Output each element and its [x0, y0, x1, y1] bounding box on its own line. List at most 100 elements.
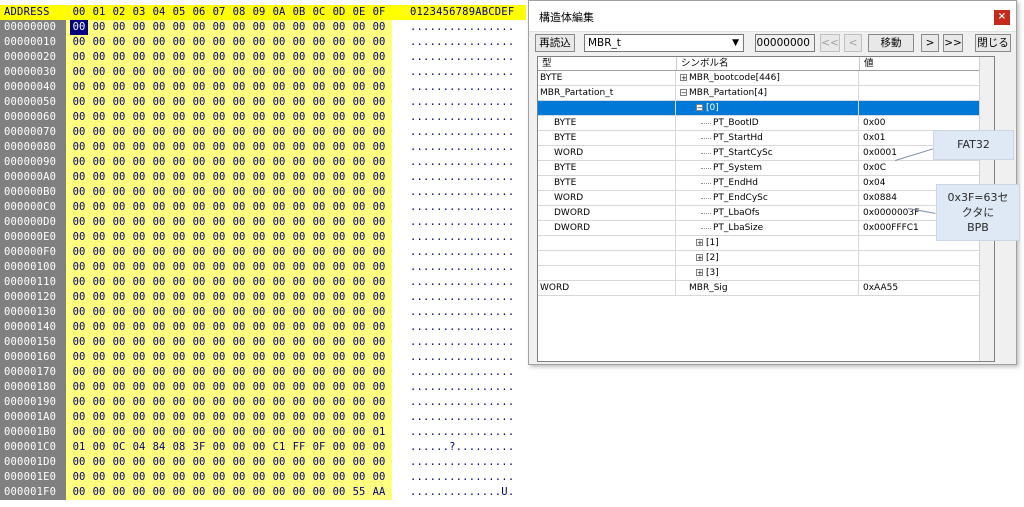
hex-byte[interactable]: 00 [110, 455, 128, 470]
hex-byte[interactable]: 00 [330, 50, 348, 65]
hex-byte[interactable]: 00 [150, 260, 168, 275]
value-cell[interactable]: 0xAA55 [860, 281, 994, 296]
hex-byte[interactable]: 00 [310, 320, 328, 335]
value-cell[interactable] [860, 86, 994, 101]
hex-byte[interactable]: 00 [230, 470, 248, 485]
hex-byte[interactable]: 00 [110, 155, 128, 170]
hex-byte[interactable]: 00 [350, 320, 368, 335]
hex-byte[interactable]: 00 [310, 365, 328, 380]
hex-byte[interactable]: 00 [170, 305, 188, 320]
hex-byte[interactable]: 00 [70, 50, 88, 65]
hex-byte[interactable]: 00 [110, 350, 128, 365]
hex-byte[interactable]: 00 [310, 380, 328, 395]
hex-byte[interactable]: 00 [70, 290, 88, 305]
hex-byte[interactable]: 00 [310, 140, 328, 155]
hex-byte[interactable]: 00 [150, 275, 168, 290]
hex-byte[interactable]: 00 [190, 65, 208, 80]
hex-byte[interactable]: 00 [210, 155, 228, 170]
hex-byte[interactable]: 00 [150, 35, 168, 50]
symbol-cell[interactable]: PT_EndCySc [677, 191, 859, 206]
grid-row[interactable]: + [1] [538, 236, 994, 251]
hex-byte[interactable]: 00 [170, 80, 188, 95]
hex-byte[interactable]: 00 [170, 65, 188, 80]
hex-byte[interactable]: 00 [150, 410, 168, 425]
hex-byte[interactable]: 00 [310, 125, 328, 140]
window-titlebar[interactable]: 構造体編集 × [529, 1, 1016, 32]
hex-byte[interactable]: 00 [190, 35, 208, 50]
hex-byte[interactable]: 00 [190, 410, 208, 425]
hex-byte[interactable]: 00 [70, 365, 88, 380]
collapse-icon[interactable]: − [680, 89, 687, 97]
hex-byte[interactable]: 00 [350, 425, 368, 440]
hex-byte[interactable]: 00 [330, 365, 348, 380]
hex-byte[interactable]: 00 [250, 455, 268, 470]
hex-byte[interactable]: 00 [290, 35, 308, 50]
row-ascii[interactable]: ......?......... [410, 440, 522, 455]
hex-byte[interactable]: 00 [210, 230, 228, 245]
hex-byte[interactable]: 00 [350, 395, 368, 410]
hex-byte[interactable]: 00 [250, 275, 268, 290]
hex-byte[interactable]: 00 [250, 290, 268, 305]
hex-byte[interactable]: 00 [110, 305, 128, 320]
hex-byte[interactable]: 00 [330, 425, 348, 440]
hex-byte[interactable]: 00 [250, 335, 268, 350]
hex-byte[interactable]: 00 [330, 395, 348, 410]
hex-byte[interactable]: 00 [370, 140, 388, 155]
hex-byte[interactable]: 00 [350, 110, 368, 125]
hex-byte[interactable]: 00 [210, 185, 228, 200]
hex-row[interactable]: 000001C0 01 00 0C 04 84 08 3F 00 00 00 C1 FF 0F 00 00 00… [0, 440, 526, 455]
symbol-cell[interactable]: PT_StartCySc [677, 146, 859, 161]
hex-byte[interactable]: 00 [190, 290, 208, 305]
hex-byte[interactable]: 00 [170, 350, 188, 365]
hex-byte[interactable]: 00 [270, 380, 288, 395]
hex-byte[interactable]: 00 [310, 110, 328, 125]
hex-byte[interactable]: 00 [310, 260, 328, 275]
hex-byte[interactable]: 00 [210, 365, 228, 380]
hex-byte[interactable]: 00 [330, 380, 348, 395]
hex-byte[interactable]: 00 [70, 110, 88, 125]
hex-byte[interactable]: 00 [170, 365, 188, 380]
hex-byte[interactable]: 00 [310, 350, 328, 365]
hex-byte[interactable]: 00 [330, 290, 348, 305]
hex-byte[interactable]: 00 [350, 245, 368, 260]
hex-byte[interactable]: 00 [330, 110, 348, 125]
hex-byte[interactable]: 00 [130, 95, 148, 110]
hex-row[interactable]: 000000E0 00 00 00 00 00 00 00 00 00 00 00 00 00 00 00 00… [0, 230, 526, 245]
hex-row[interactable]: 00000170 00 00 00 00 00 00 00 00 00 00 00 00 00 00 00 00… [0, 365, 526, 380]
hex-byte[interactable]: 00 [290, 125, 308, 140]
hex-byte[interactable]: 00 [110, 50, 128, 65]
hex-byte[interactable]: 00 [130, 380, 148, 395]
hex-byte[interactable]: 00 [210, 425, 228, 440]
hex-byte[interactable]: 00 [170, 335, 188, 350]
hex-byte[interactable]: 00 [230, 95, 248, 110]
hex-byte[interactable]: 00 [370, 230, 388, 245]
hex-byte[interactable]: 00 [210, 320, 228, 335]
hex-byte[interactable]: 00 [250, 425, 268, 440]
hex-byte[interactable]: 00 [270, 140, 288, 155]
hex-byte[interactable]: 00 [210, 215, 228, 230]
hex-byte[interactable]: 00 [250, 215, 268, 230]
hex-byte[interactable]: 00 [170, 110, 188, 125]
hex-byte[interactable]: 00 [150, 140, 168, 155]
hex-byte[interactable]: 00 [330, 320, 348, 335]
hex-byte[interactable]: 00 [130, 260, 148, 275]
hex-byte[interactable]: 00 [290, 335, 308, 350]
hex-byte[interactable]: 00 [250, 320, 268, 335]
hex-byte[interactable]: 00 [230, 305, 248, 320]
row-bytes[interactable]: 00 00 00 00 00 00 00 00 00 00 00 00 00 00 00 00 [66, 410, 392, 425]
hex-byte[interactable]: 00 [230, 245, 248, 260]
hex-byte[interactable]: 00 [190, 275, 208, 290]
hex-byte[interactable]: 00 [110, 80, 128, 95]
hex-byte[interactable]: 00 [110, 230, 128, 245]
hex-byte[interactable]: 00 [310, 230, 328, 245]
row-bytes[interactable]: 00 00 00 00 00 00 00 00 00 00 00 00 00 00 00 00 [66, 170, 392, 185]
hex-byte[interactable]: 00 [170, 170, 188, 185]
hex-byte[interactable]: 00 [150, 350, 168, 365]
hex-byte[interactable]: 00 [170, 20, 188, 35]
hex-byte[interactable]: 00 [70, 260, 88, 275]
hex-byte[interactable]: 00 [150, 470, 168, 485]
hex-byte[interactable]: 00 [330, 125, 348, 140]
row-ascii[interactable]: ................ [410, 395, 522, 410]
hex-byte[interactable]: 00 [190, 305, 208, 320]
hex-byte[interactable]: 00 [90, 245, 108, 260]
